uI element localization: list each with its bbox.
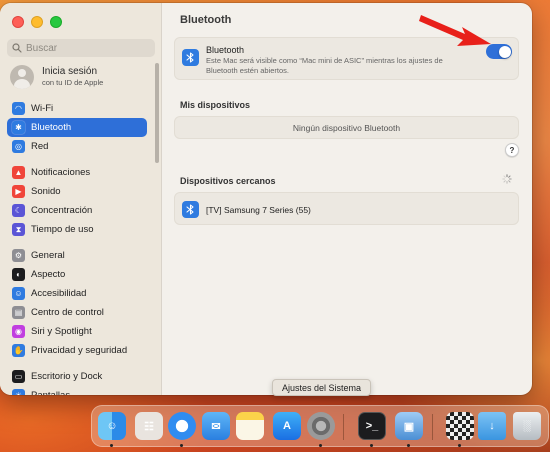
moon-icon: ☾ bbox=[12, 204, 25, 217]
sidebar-item-label: Centro de control bbox=[31, 307, 104, 318]
help-button[interactable]: ? bbox=[505, 143, 519, 157]
sidebar-item-label: Sonido bbox=[31, 186, 61, 197]
sidebar-item-wi-fi[interactable]: ◠ Wi-Fi bbox=[7, 99, 147, 118]
sidebar-item-bluetooth[interactable]: ✱ Bluetooth bbox=[7, 118, 147, 137]
sidebar-item-label: Pantallas bbox=[31, 390, 70, 395]
search-field[interactable] bbox=[7, 39, 155, 57]
display-icon: ☀ bbox=[12, 389, 25, 395]
downloads-folder-icon[interactable]: ↓ bbox=[478, 412, 506, 440]
launchpad-icon[interactable]: ☷ bbox=[135, 412, 163, 440]
system-settings-window: Inicia sesión con tu ID de Apple ◠ Wi-Fi ✱… bbox=[0, 3, 532, 395]
sidebar-item-sonido[interactable]: ▶ Sonido bbox=[7, 182, 147, 201]
hand-icon: ✋ bbox=[12, 344, 25, 357]
search-input[interactable] bbox=[26, 42, 146, 54]
bluetooth-icon bbox=[182, 49, 199, 66]
running-indicator bbox=[407, 444, 410, 447]
control-center-icon: ▤ bbox=[12, 306, 25, 319]
sidebar-item-label: Tiempo de uso bbox=[31, 224, 94, 235]
bluetooth-description: Este Mac será visible como “Mac mini de … bbox=[206, 56, 443, 75]
page-title: Bluetooth bbox=[180, 14, 232, 26]
speaker-icon: ▶ bbox=[12, 185, 25, 198]
minimize-button[interactable] bbox=[31, 16, 43, 28]
system-settings-icon[interactable] bbox=[307, 412, 335, 440]
bluetooth-title: Bluetooth bbox=[206, 45, 245, 55]
main-pane: Bluetooth Bluetooth Este Mac será visibl… bbox=[163, 3, 532, 395]
search-icon bbox=[12, 43, 22, 53]
sidebar-scrollbar[interactable] bbox=[155, 63, 159, 163]
dock: ☺ ☷ ➤ ✉ A >_ ▣ ↓ ░ bbox=[91, 405, 549, 447]
sidebar-item-general[interactable]: ⚙ General bbox=[7, 246, 147, 265]
sidebar-item-privacidad-y-seguridad[interactable]: ✋ Privacidad y seguridad bbox=[7, 341, 147, 360]
sidebar-item-centro-de-control[interactable]: ▤ Centro de control bbox=[7, 303, 147, 322]
sidebar-item-notificaciones[interactable]: ▲ Notificaciones bbox=[7, 163, 147, 182]
sidebar-item-label: Red bbox=[31, 141, 49, 152]
trash-icon[interactable]: ░ bbox=[513, 412, 541, 440]
sidebar-item-label: Accesibilidad bbox=[31, 288, 87, 299]
running-indicator bbox=[319, 444, 322, 447]
finder-icon[interactable]: ☺ bbox=[98, 412, 126, 440]
sidebar-item-label: Bluetooth bbox=[31, 122, 72, 133]
desktop-dock-icon: ▭ bbox=[12, 370, 25, 383]
mail-icon[interactable]: ✉ bbox=[202, 412, 230, 440]
sidebar-item-label: Wi-Fi bbox=[31, 103, 54, 114]
window-controls bbox=[12, 16, 62, 28]
sidebar-item-label: Privacidad y seguridad bbox=[31, 345, 128, 356]
sidebar-item-siri-y-spotlight[interactable]: ◉ Siri y Spotlight bbox=[7, 322, 147, 341]
sidebar-item-accesibilidad[interactable]: ☺ Accesibilidad bbox=[7, 284, 147, 303]
annotation-arrow-icon bbox=[419, 15, 491, 46]
bluetooth-icon: ✱ bbox=[12, 121, 25, 134]
my-devices-heading: Mis dispositivos bbox=[180, 100, 251, 110]
gear-icon: ⚙ bbox=[12, 249, 25, 262]
sidebar-item-label: Siri y Spotlight bbox=[31, 326, 92, 337]
running-indicator bbox=[110, 444, 113, 447]
sidebar-item-label: Aspecto bbox=[31, 269, 66, 280]
dock-separator bbox=[343, 414, 344, 440]
my-devices-empty: Ningún dispositivo Bluetooth bbox=[174, 116, 519, 139]
bell-icon: ▲ bbox=[12, 166, 25, 179]
running-indicator bbox=[458, 444, 461, 447]
preview-icon[interactable]: ▣ bbox=[395, 412, 423, 440]
sidebar-item-tiempo-de-uso[interactable]: ⧗ Tiempo de uso bbox=[7, 220, 147, 239]
avatar bbox=[10, 65, 34, 89]
running-indicator bbox=[370, 444, 373, 447]
zoom-button[interactable] bbox=[50, 16, 62, 28]
siri-icon: ◉ bbox=[12, 325, 25, 338]
hourglass-icon: ⧗ bbox=[12, 223, 25, 236]
notes-icon[interactable] bbox=[236, 412, 264, 440]
account-subtitle: con tu ID de Apple bbox=[42, 78, 104, 87]
appearance-icon: ◐ bbox=[12, 268, 25, 281]
sidebar-item-escritorio-y-dock[interactable]: ▭ Escritorio y Dock bbox=[7, 367, 147, 386]
loading-spinner-icon bbox=[502, 174, 512, 184]
globe-icon: ◎ bbox=[12, 140, 25, 153]
sidebar-item-label: Concentración bbox=[31, 205, 93, 216]
sidebar-list: ◠ Wi-Fi ✱ Bluetooth ◎ Red ▲ Notificaciones ▶ Soni… bbox=[7, 99, 147, 395]
wifi-icon: ◠ bbox=[12, 102, 25, 115]
account-name: Inicia sesión bbox=[42, 66, 98, 77]
sidebar-item-label: Escritorio y Dock bbox=[31, 371, 103, 382]
safari-icon[interactable]: ➤ bbox=[168, 412, 196, 440]
terminal-icon[interactable]: >_ bbox=[358, 412, 386, 440]
sidebar-item-label: Notificaciones bbox=[31, 167, 91, 178]
sidebar: Inicia sesión con tu ID de Apple ◠ Wi-Fi ✱… bbox=[0, 3, 162, 395]
sidebar-item-concentración[interactable]: ☾ Concentración bbox=[7, 201, 147, 220]
chess-icon[interactable] bbox=[446, 412, 474, 440]
accessibility-icon: ☺ bbox=[12, 287, 25, 300]
sidebar-item-label: General bbox=[31, 250, 65, 261]
running-indicator bbox=[180, 444, 183, 447]
nearby-device-row[interactable]: [TV] Samsung 7 Series (55) bbox=[174, 192, 519, 225]
sidebar-item-aspecto[interactable]: ◐ Aspecto bbox=[7, 265, 147, 284]
dock-tooltip: Ajustes del Sistema bbox=[272, 379, 372, 396]
nearby-devices-heading: Dispositivos cercanos bbox=[180, 176, 276, 186]
device-name: [TV] Samsung 7 Series (55) bbox=[206, 205, 311, 215]
app-store-icon[interactable]: A bbox=[273, 412, 301, 440]
dock-separator bbox=[432, 414, 433, 440]
sidebar-item-pantallas[interactable]: ☀ Pantallas bbox=[7, 386, 147, 395]
apple-id-signin[interactable]: Inicia sesión con tu ID de Apple bbox=[10, 65, 103, 89]
sidebar-item-red[interactable]: ◎ Red bbox=[7, 137, 147, 156]
bluetooth-icon bbox=[182, 201, 199, 218]
close-button[interactable] bbox=[12, 16, 24, 28]
